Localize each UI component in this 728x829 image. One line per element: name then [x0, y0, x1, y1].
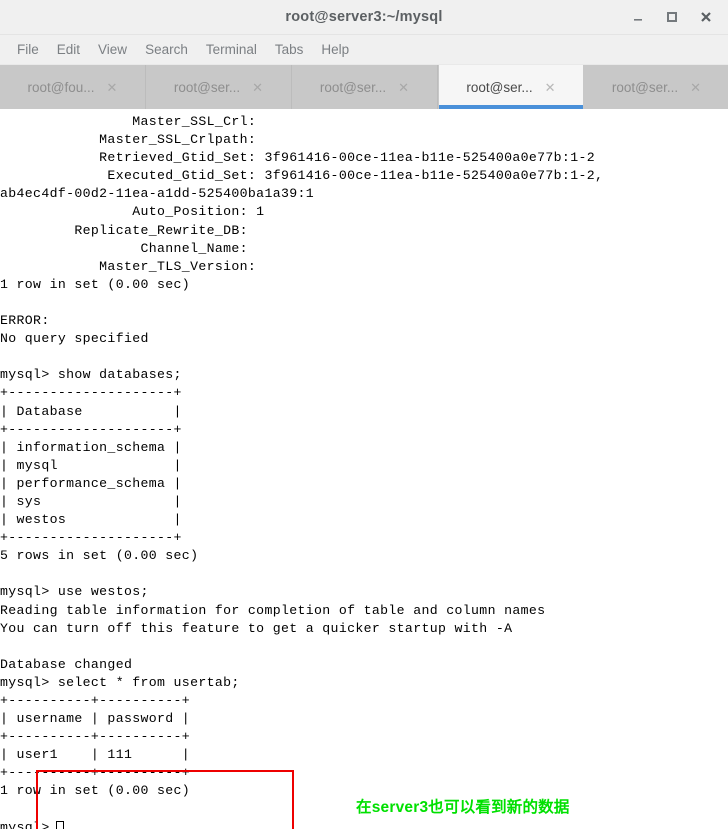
tab-label: root@ser...	[611, 79, 679, 95]
tab-close-icon[interactable]: ✕	[398, 81, 409, 94]
minimize-icon[interactable]	[630, 9, 646, 25]
menu-item-file[interactable]: File	[8, 40, 48, 59]
tab-close-icon[interactable]: ✕	[545, 81, 556, 94]
terminal-cursor	[55, 820, 64, 829]
menu-item-view[interactable]: View	[89, 40, 136, 59]
tab-label: root@ser...	[173, 79, 241, 95]
tab-label: root@ser...	[466, 79, 533, 95]
terminal-tab-4-active[interactable]: root@ser... ✕	[438, 65, 584, 109]
menu-item-terminal[interactable]: Terminal	[197, 40, 266, 59]
close-icon[interactable]	[698, 9, 714, 25]
terminal-tab-5[interactable]: root@ser... ✕	[584, 65, 728, 109]
window-controls	[630, 0, 722, 34]
menu-item-help[interactable]: Help	[312, 40, 358, 59]
terminal-screen[interactable]: Master_SSL_Crl: Master_SSL_Crlpath: Retr…	[0, 109, 728, 829]
terminal-output: Master_SSL_Crl: Master_SSL_Crlpath: Retr…	[0, 114, 604, 829]
menu-item-tabs[interactable]: Tabs	[266, 40, 313, 59]
menubar: File Edit View Search Terminal Tabs Help	[0, 35, 728, 65]
terminal-tab-3[interactable]: root@ser... ✕	[292, 65, 438, 109]
menu-item-search[interactable]: Search	[136, 40, 197, 59]
tab-close-icon[interactable]: ✕	[107, 81, 118, 94]
window-titlebar: root@server3:~/mysql	[0, 0, 728, 35]
tabbar: root@fou... ✕ root@ser... ✕ root@ser... …	[0, 65, 728, 109]
terminal-tab-1[interactable]: root@fou... ✕	[0, 65, 146, 109]
terminal-tab-2[interactable]: root@ser... ✕	[146, 65, 292, 109]
window-title: root@server3:~/mysql	[285, 9, 443, 25]
menu-item-edit[interactable]: Edit	[48, 40, 89, 59]
tab-close-icon[interactable]: ✕	[690, 81, 701, 94]
maximize-icon[interactable]	[664, 9, 680, 25]
tab-label: root@ser...	[319, 79, 387, 95]
tab-close-icon[interactable]: ✕	[252, 81, 263, 94]
tab-label: root@fou...	[27, 79, 95, 95]
